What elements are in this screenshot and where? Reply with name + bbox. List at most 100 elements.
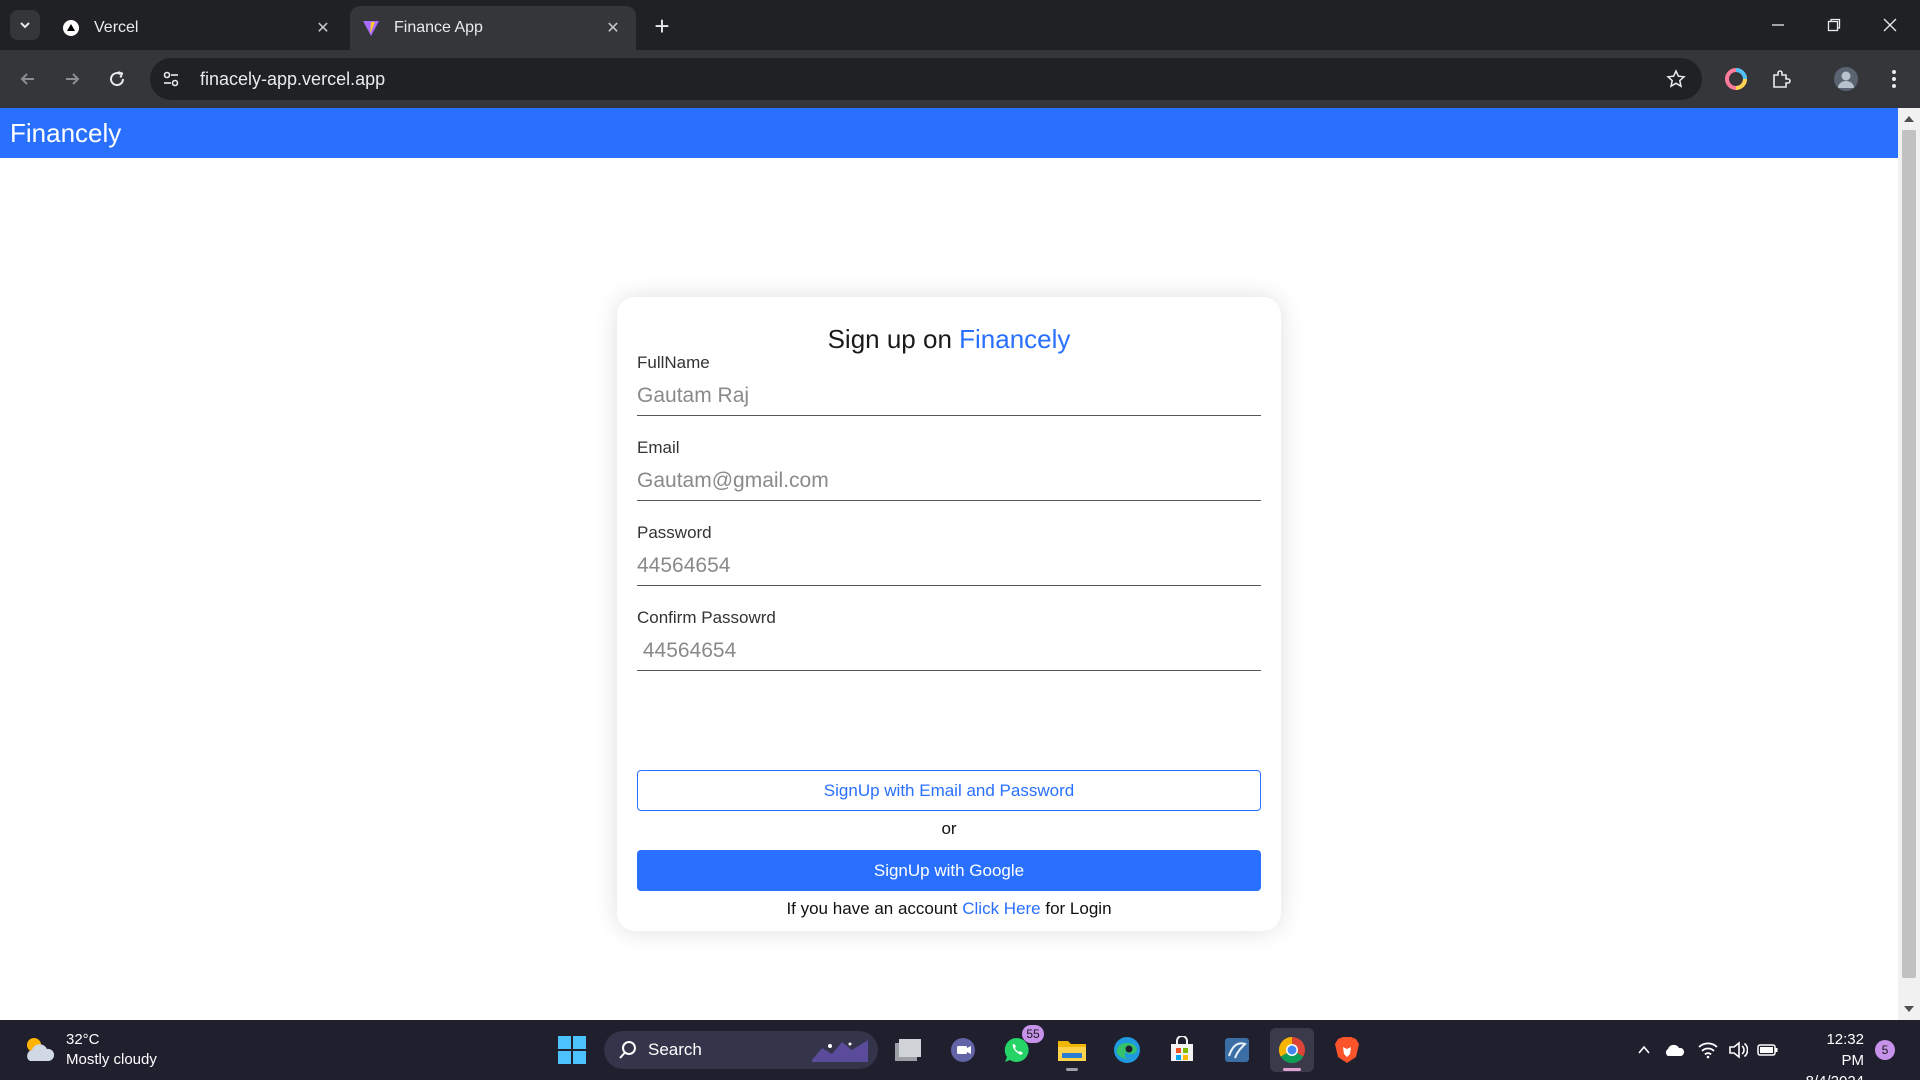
weather-temp: 32°C — [66, 1031, 100, 1048]
weather-widget[interactable]: 32°C Mostly cloudy — [22, 1030, 157, 1070]
scrollbar-thumb[interactable] — [1902, 130, 1916, 978]
site-settings-icon[interactable] — [154, 62, 188, 96]
chrome-button[interactable] — [1270, 1028, 1314, 1072]
browser-menu-icon[interactable] — [1878, 63, 1910, 95]
mysql-workbench-icon — [1225, 1038, 1249, 1062]
close-icon — [1883, 18, 1897, 32]
store-icon — [1171, 1036, 1193, 1061]
page-viewport: Financely Sign up on Financely FullName … — [0, 108, 1920, 1020]
taskbar-search[interactable]: Search — [604, 1031, 878, 1069]
arrow-right-icon — [66, 73, 80, 85]
folder-icon — [1058, 1041, 1086, 1061]
chevron-down-icon — [20, 22, 30, 29]
teams-chat-icon — [951, 1038, 975, 1062]
vite-logo-icon — [362, 19, 380, 37]
minimize-button[interactable] — [1750, 0, 1806, 50]
login-prefix-text: If you have an account — [786, 899, 958, 918]
login-suffix-text: for Login — [1045, 899, 1112, 918]
tab-title: Finance App — [394, 19, 483, 36]
signup-title: Sign up on Financely — [617, 324, 1281, 355]
login-prompt: If you have an account Click Here for Lo… — [617, 899, 1281, 919]
password-label: Password — [637, 523, 712, 542]
new-tab-button[interactable]: + — [648, 11, 676, 41]
edge-button[interactable] — [1105, 1028, 1149, 1072]
arrow-left-icon — [20, 73, 34, 85]
reload-button[interactable] — [101, 63, 133, 95]
minimize-icon — [1772, 24, 1784, 26]
browser-tab-strip: Vercel ✕ Finance App ✕ + — [0, 0, 1920, 50]
email-label: Email — [637, 438, 680, 457]
restore-button[interactable] — [1806, 0, 1862, 50]
reload-icon — [110, 71, 125, 87]
notification-badge[interactable]: 5 — [1875, 1040, 1895, 1060]
brave-lion-icon — [1335, 1037, 1359, 1063]
confirm-password-input[interactable] — [637, 631, 1261, 671]
app-logo-text[interactable]: Financely — [10, 118, 121, 149]
vercel-triangle-icon — [62, 19, 80, 37]
search-highlight-icon — [812, 1040, 868, 1062]
show-hidden-icons-button[interactable] — [1632, 1038, 1656, 1062]
fullname-input[interactable] — [637, 376, 1261, 416]
confirm-password-label: Confirm Passowrd — [637, 608, 776, 627]
restore-icon — [1827, 18, 1841, 32]
windows-logo-icon — [558, 1036, 586, 1064]
teams-chat-button[interactable] — [941, 1028, 985, 1072]
running-indicator — [1066, 1068, 1078, 1071]
battery-icon[interactable] — [1756, 1038, 1780, 1062]
signup-card: Sign up on Financely FullName Email Pass… — [617, 297, 1281, 931]
windows-taskbar: 32°C Mostly cloudy Search 55 12:32 PM 5 — [0, 1020, 1920, 1080]
whatsapp-badge: 55 — [1022, 1025, 1044, 1043]
file-explorer-button[interactable] — [1050, 1028, 1094, 1072]
active-indicator — [1283, 1068, 1301, 1071]
vertical-scrollbar[interactable] — [1898, 108, 1920, 1020]
wifi-icon[interactable] — [1696, 1038, 1720, 1062]
whatsapp-button[interactable]: 55 — [995, 1025, 1044, 1072]
extensions-puzzle-icon[interactable] — [1765, 63, 1797, 95]
forward-button[interactable] — [56, 63, 88, 95]
scroll-down-icon[interactable] — [1904, 1006, 1914, 1012]
chrome-icon — [1278, 1036, 1305, 1064]
tab-finance-app[interactable]: Finance App ✕ — [350, 6, 636, 50]
window-close-button[interactable] — [1862, 0, 1918, 50]
app-header: Financely — [0, 108, 1898, 158]
color-extension-icon[interactable] — [1720, 63, 1752, 95]
address-bar[interactable]: finacely-app.vercel.app — [150, 58, 1702, 100]
signup-google-button[interactable]: SignUp with Google — [637, 850, 1261, 891]
scroll-up-icon[interactable] — [1904, 116, 1914, 122]
search-label: Search — [648, 1040, 702, 1059]
close-icon[interactable]: ✕ — [312, 17, 334, 39]
fullname-label: FullName — [637, 353, 710, 372]
clock-time: 12:32 PM — [1826, 1031, 1864, 1069]
volume-icon[interactable] — [1726, 1038, 1750, 1062]
mysql-workbench-button[interactable] — [1215, 1028, 1259, 1072]
email-input[interactable] — [637, 461, 1261, 501]
profile-avatar[interactable] — [1830, 63, 1862, 95]
url-text: finacely-app.vercel.app — [200, 68, 386, 89]
task-view-button[interactable] — [886, 1028, 930, 1072]
search-icon — [619, 1041, 636, 1059]
or-divider-text: or — [941, 819, 957, 838]
clock-date: 8/4/2024 — [1800, 1071, 1864, 1080]
tab-search-button[interactable] — [10, 10, 40, 40]
signup-title-prefix: Sign up on — [827, 324, 952, 354]
close-icon[interactable]: ✕ — [602, 17, 624, 39]
start-button[interactable] — [550, 1028, 594, 1072]
tab-title: Vercel — [94, 19, 139, 36]
signup-email-button[interactable]: SignUp with Email and Password — [637, 770, 1261, 811]
chevron-up-icon — [1638, 1045, 1650, 1054]
microsoft-store-button[interactable] — [1160, 1028, 1204, 1072]
taskbar-clock[interactable]: 12:32 PM 8/4/2024 — [1800, 1029, 1864, 1080]
task-view-icon — [895, 1039, 921, 1061]
login-link[interactable]: Click Here — [962, 899, 1040, 918]
onedrive-icon[interactable] — [1662, 1038, 1686, 1062]
signup-title-brand: Financely — [959, 324, 1071, 354]
browser-toolbar: finacely-app.vercel.app — [0, 50, 1920, 108]
password-input[interactable] — [637, 546, 1261, 586]
edge-icon — [1114, 1037, 1140, 1063]
cloudy-sun-icon — [27, 1038, 55, 1061]
brave-button[interactable] — [1325, 1028, 1369, 1072]
weather-desc: Mostly cloudy — [66, 1051, 157, 1068]
back-button[interactable] — [12, 63, 44, 95]
bookmark-star-icon[interactable] — [1664, 67, 1688, 91]
tab-vercel[interactable]: Vercel ✕ — [50, 6, 346, 50]
